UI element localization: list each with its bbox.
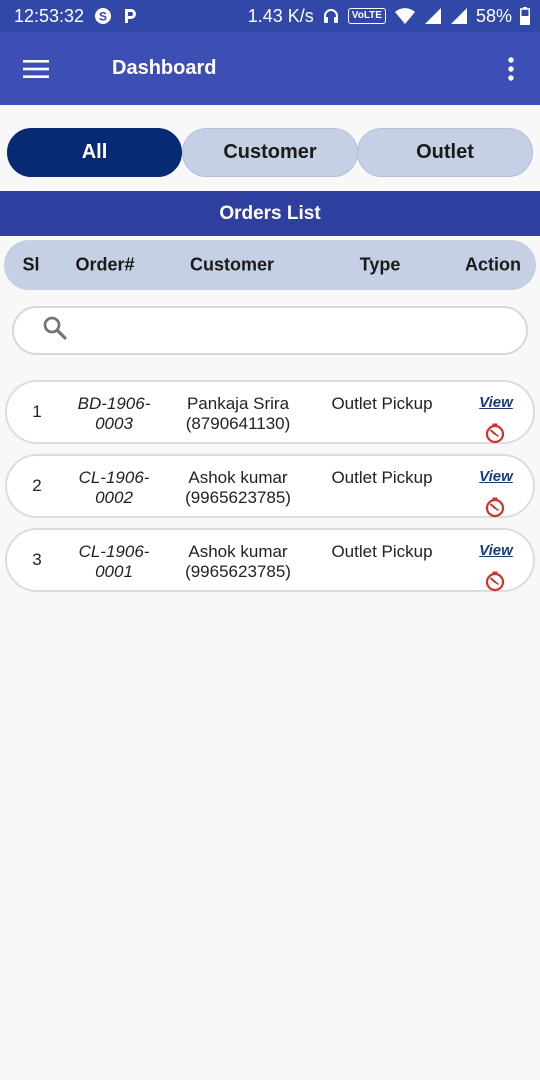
more-vertical-icon[interactable] xyxy=(482,32,540,105)
table-row: 1 BD-1906- 0003 Pankaja Srira (879064113… xyxy=(5,380,535,444)
table-row: 2 CL-1906- 0002 Ashok kumar (9965623785)… xyxy=(5,454,535,518)
paytm-icon xyxy=(122,7,138,25)
row-customer: Ashok kumar (9965623785) xyxy=(185,468,291,507)
view-link[interactable]: View xyxy=(473,468,519,485)
hamburger-menu-icon[interactable] xyxy=(0,32,72,105)
headset-icon xyxy=(322,7,340,25)
row-sl: 1 xyxy=(32,402,42,421)
signal-icon xyxy=(450,7,468,25)
search-box[interactable] xyxy=(12,306,528,355)
orders-list-title: Orders List xyxy=(0,191,540,236)
app-bar: Dashboard xyxy=(0,32,540,105)
search-input[interactable] xyxy=(78,320,498,341)
row-type: Outlet Pickup xyxy=(331,542,433,561)
table-row: 3 CL-1906- 0001 Ashok kumar (9965623785)… xyxy=(5,528,535,592)
column-header-sl: Sl xyxy=(22,254,40,275)
svg-text:S: S xyxy=(99,10,107,24)
tab-all[interactable]: All xyxy=(7,128,182,177)
column-header-action: Action xyxy=(465,254,521,275)
table-header: Sl Order# Customer Type Action xyxy=(4,240,536,290)
status-bar: 12:53:32 S 1.43 K/s VoLTE 58% xyxy=(0,0,540,32)
column-header-order: Order# xyxy=(75,254,135,275)
row-order-number: CL-1906- 0001 xyxy=(78,542,150,581)
row-type: Outlet Pickup xyxy=(331,394,433,413)
volte-badge: VoLTE xyxy=(347,8,386,24)
signal-icon xyxy=(424,7,442,25)
column-header-customer: Customer xyxy=(189,254,275,275)
row-order-number: BD-1906- 0003 xyxy=(77,394,151,433)
skype-icon: S xyxy=(94,7,112,25)
wifi-icon xyxy=(394,7,416,25)
timer-icon[interactable] xyxy=(484,496,506,518)
row-customer: Pankaja Srira (8790641130) xyxy=(185,394,291,433)
battery-icon xyxy=(520,7,530,25)
column-header-type: Type xyxy=(359,254,401,275)
timer-icon[interactable] xyxy=(484,422,506,444)
network-speed: 1.43 K/s xyxy=(247,5,314,26)
filter-tabs: All Customer Outlet xyxy=(7,128,533,178)
page-title: Dashboard xyxy=(112,57,217,79)
battery-percent: 58% xyxy=(475,5,512,26)
row-sl: 3 xyxy=(32,550,42,569)
row-order-number: CL-1906- 0002 xyxy=(78,468,150,507)
timer-icon[interactable] xyxy=(484,570,506,592)
status-time: 12:53:32 xyxy=(14,5,85,26)
tab-customer[interactable]: Customer xyxy=(182,128,358,177)
search-icon xyxy=(42,315,68,346)
row-type: Outlet Pickup xyxy=(331,468,433,487)
row-sl: 2 xyxy=(32,476,42,495)
row-customer: Ashok kumar (9965623785) xyxy=(185,542,291,581)
tab-outlet[interactable]: Outlet xyxy=(357,128,533,177)
view-link[interactable]: View xyxy=(473,542,519,559)
view-link[interactable]: View xyxy=(473,394,519,411)
